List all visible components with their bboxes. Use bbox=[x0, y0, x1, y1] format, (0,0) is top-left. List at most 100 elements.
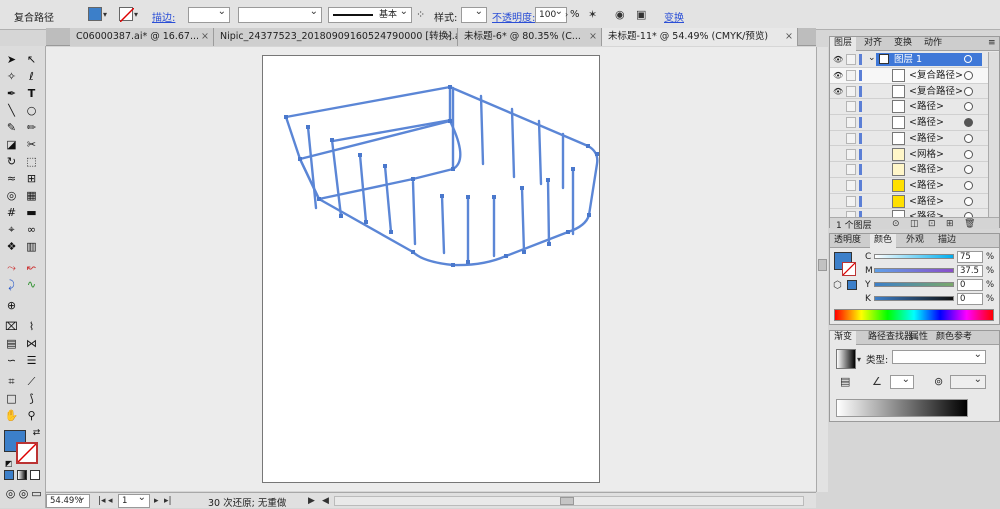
ellipse-tool-icon[interactable]: ○ bbox=[23, 103, 40, 118]
eyedropper-tool-icon[interactable]: ⌖ bbox=[3, 222, 20, 237]
layer-item-row[interactable]: <路径> bbox=[830, 131, 988, 147]
lock-toggle[interactable] bbox=[846, 132, 856, 144]
swap-colors-icon[interactable]: ⇄ bbox=[28, 426, 45, 441]
tab-transform[interactable]: 变换 bbox=[890, 37, 916, 51]
locate-object-icon[interactable]: ⊙ bbox=[892, 217, 900, 231]
tab-color[interactable]: 颜色 bbox=[870, 234, 897, 248]
layer-item-row[interactable]: <路径> bbox=[830, 162, 988, 178]
new-sublayer-icon[interactable]: ⊡ bbox=[928, 217, 936, 231]
tab-stroke[interactable]: 描边 bbox=[934, 234, 960, 248]
stroke-link[interactable]: 描边: bbox=[152, 9, 175, 24]
lock-toggle[interactable] bbox=[846, 54, 856, 65]
document-tab-active[interactable]: 未标题-11* @ 54.49% (CMYK/预览) × bbox=[602, 28, 798, 46]
gradient-mode-button[interactable] bbox=[17, 470, 27, 480]
scroll-thumb[interactable] bbox=[818, 259, 827, 271]
lock-toggle[interactable] bbox=[846, 117, 856, 129]
scroll-thumb[interactable] bbox=[560, 497, 574, 505]
cyan-value[interactable]: 75 bbox=[957, 251, 983, 263]
magenta-value[interactable]: 37.5 bbox=[957, 265, 983, 277]
tab-layers[interactable]: 图层 bbox=[830, 37, 857, 51]
layer-item-row[interactable]: 👁 <复合路径> bbox=[830, 84, 988, 100]
cyan-slider[interactable] bbox=[874, 254, 954, 259]
gradient-preview[interactable] bbox=[836, 349, 856, 369]
rotate-tool-icon[interactable]: ↻ bbox=[3, 154, 20, 169]
scissors-tool-icon[interactable]: ✂ bbox=[23, 137, 40, 152]
paintbrush-tool-icon[interactable]: ✎ bbox=[3, 120, 20, 135]
eye-icon[interactable] bbox=[833, 181, 842, 190]
join-tool-icon[interactable]: ⤸ bbox=[3, 277, 20, 292]
lock-toggle[interactable] bbox=[846, 148, 856, 160]
width-tool-icon[interactable]: ⤳ bbox=[3, 260, 20, 275]
layers-scrollbar[interactable] bbox=[988, 52, 999, 218]
close-icon[interactable]: × bbox=[589, 28, 597, 45]
tab-transparency[interactable]: 透明度 bbox=[830, 234, 865, 248]
direct-selection-tool-icon[interactable]: ↖ bbox=[23, 52, 40, 67]
color-stroke-box[interactable] bbox=[842, 262, 856, 276]
opacity-link[interactable]: 不透明度: bbox=[492, 9, 535, 24]
color-mode-button[interactable] bbox=[4, 470, 14, 480]
layer-item-row[interactable]: 👁 <复合路径> bbox=[830, 68, 988, 84]
gradient-tool-icon[interactable]: ▬ bbox=[23, 205, 40, 220]
eye-icon[interactable] bbox=[833, 118, 842, 127]
symbol-sprayer-tool-icon[interactable]: ❖ bbox=[3, 239, 20, 254]
last-artboard-icon[interactable]: ▸| bbox=[164, 494, 172, 508]
eye-icon[interactable] bbox=[833, 197, 842, 206]
vertical-scrollbar[interactable] bbox=[816, 47, 828, 492]
shape-builder-tool-icon[interactable]: ◎ bbox=[3, 188, 20, 203]
perspective-grid-tool-icon[interactable]: ▦ bbox=[23, 188, 40, 203]
magic-wand-tool-icon[interactable]: ✧ bbox=[3, 69, 20, 84]
pencil-tool-icon[interactable]: ✏ bbox=[23, 120, 40, 135]
scale-tool-icon[interactable]: ⬚ bbox=[23, 154, 40, 169]
lasso-tool-icon[interactable]: ℓ bbox=[23, 69, 40, 84]
tab-attributes[interactable]: 属性 bbox=[906, 331, 932, 345]
layer-item-row[interactable]: <路径> bbox=[830, 99, 988, 116]
close-icon[interactable]: × bbox=[201, 28, 209, 45]
target-icon[interactable] bbox=[964, 196, 973, 206]
eye-icon[interactable] bbox=[833, 134, 842, 143]
hand-tool-icon[interactable]: ✋ bbox=[3, 408, 20, 423]
lock-toggle[interactable] bbox=[846, 164, 856, 176]
scroll-left-icon[interactable]: ◀ bbox=[322, 494, 329, 508]
artwork-basket-wireframe[interactable] bbox=[263, 56, 601, 484]
target-icon[interactable] bbox=[964, 149, 973, 159]
screen-mode-icon[interactable]: ▭ bbox=[28, 486, 45, 501]
graphic-style-dropdown[interactable] bbox=[461, 5, 487, 23]
free-transform-tool-icon[interactable]: ⊞ bbox=[23, 171, 40, 186]
none-mode-button[interactable] bbox=[30, 470, 40, 480]
opacity-input[interactable]: 100 bbox=[535, 5, 567, 23]
target-icon[interactable] bbox=[964, 118, 973, 128]
envelope-tool-icon[interactable]: ⌇ bbox=[23, 319, 40, 334]
variable-width-dropdown[interactable] bbox=[238, 5, 322, 23]
zoom-dropdown[interactable]: 54.49% bbox=[46, 492, 90, 508]
target-icon[interactable] bbox=[964, 71, 973, 80]
warp-tool-icon[interactable]: ≈ bbox=[3, 171, 20, 186]
status-menu-arrow-icon[interactable]: ▶ bbox=[308, 494, 315, 508]
default-colors-icon[interactable]: ◩ bbox=[0, 456, 17, 471]
crosshair-tool-icon[interactable]: ⊕ bbox=[3, 298, 20, 313]
type-tool-icon[interactable]: T bbox=[23, 86, 40, 101]
knife-tool-icon[interactable]: ⟋ bbox=[23, 374, 40, 389]
layer-item-row[interactable]: <路径> bbox=[830, 194, 988, 210]
angle-input[interactable] bbox=[890, 373, 914, 389]
gradient-slider[interactable] bbox=[836, 399, 968, 417]
transform-link[interactable]: 变换 bbox=[664, 9, 684, 24]
stroke-profile-dropdown[interactable]: 基本 bbox=[328, 5, 412, 23]
gradient-dropdown-icon[interactable]: ▾ bbox=[857, 353, 861, 367]
artboard-number-dropdown[interactable]: 1 bbox=[118, 492, 150, 508]
lock-toggle[interactable] bbox=[846, 195, 856, 207]
close-icon[interactable]: × bbox=[445, 28, 453, 45]
target-icon[interactable] bbox=[964, 133, 973, 143]
line-tool-icon[interactable]: ╲ bbox=[3, 103, 20, 118]
stroke-swatch[interactable] bbox=[119, 7, 135, 23]
lock-toggle[interactable] bbox=[846, 70, 856, 81]
layer-item-row[interactable]: <路径> bbox=[830, 115, 988, 131]
opacity-arrow-icon[interactable]: › bbox=[565, 8, 568, 22]
gradient-stroke-icon[interactable]: ▤ bbox=[840, 375, 850, 389]
first-artboard-icon[interactable]: |◂ bbox=[98, 494, 106, 508]
black-value[interactable]: 0 bbox=[957, 293, 983, 305]
stroke-weight-field[interactable] bbox=[188, 5, 230, 23]
lock-toggle[interactable] bbox=[846, 101, 856, 113]
tab-align[interactable]: 对齐 bbox=[860, 37, 886, 51]
artboard-tool-icon[interactable]: ⌧ bbox=[3, 319, 20, 334]
slice-tool-icon[interactable]: ⋈ bbox=[23, 336, 40, 351]
